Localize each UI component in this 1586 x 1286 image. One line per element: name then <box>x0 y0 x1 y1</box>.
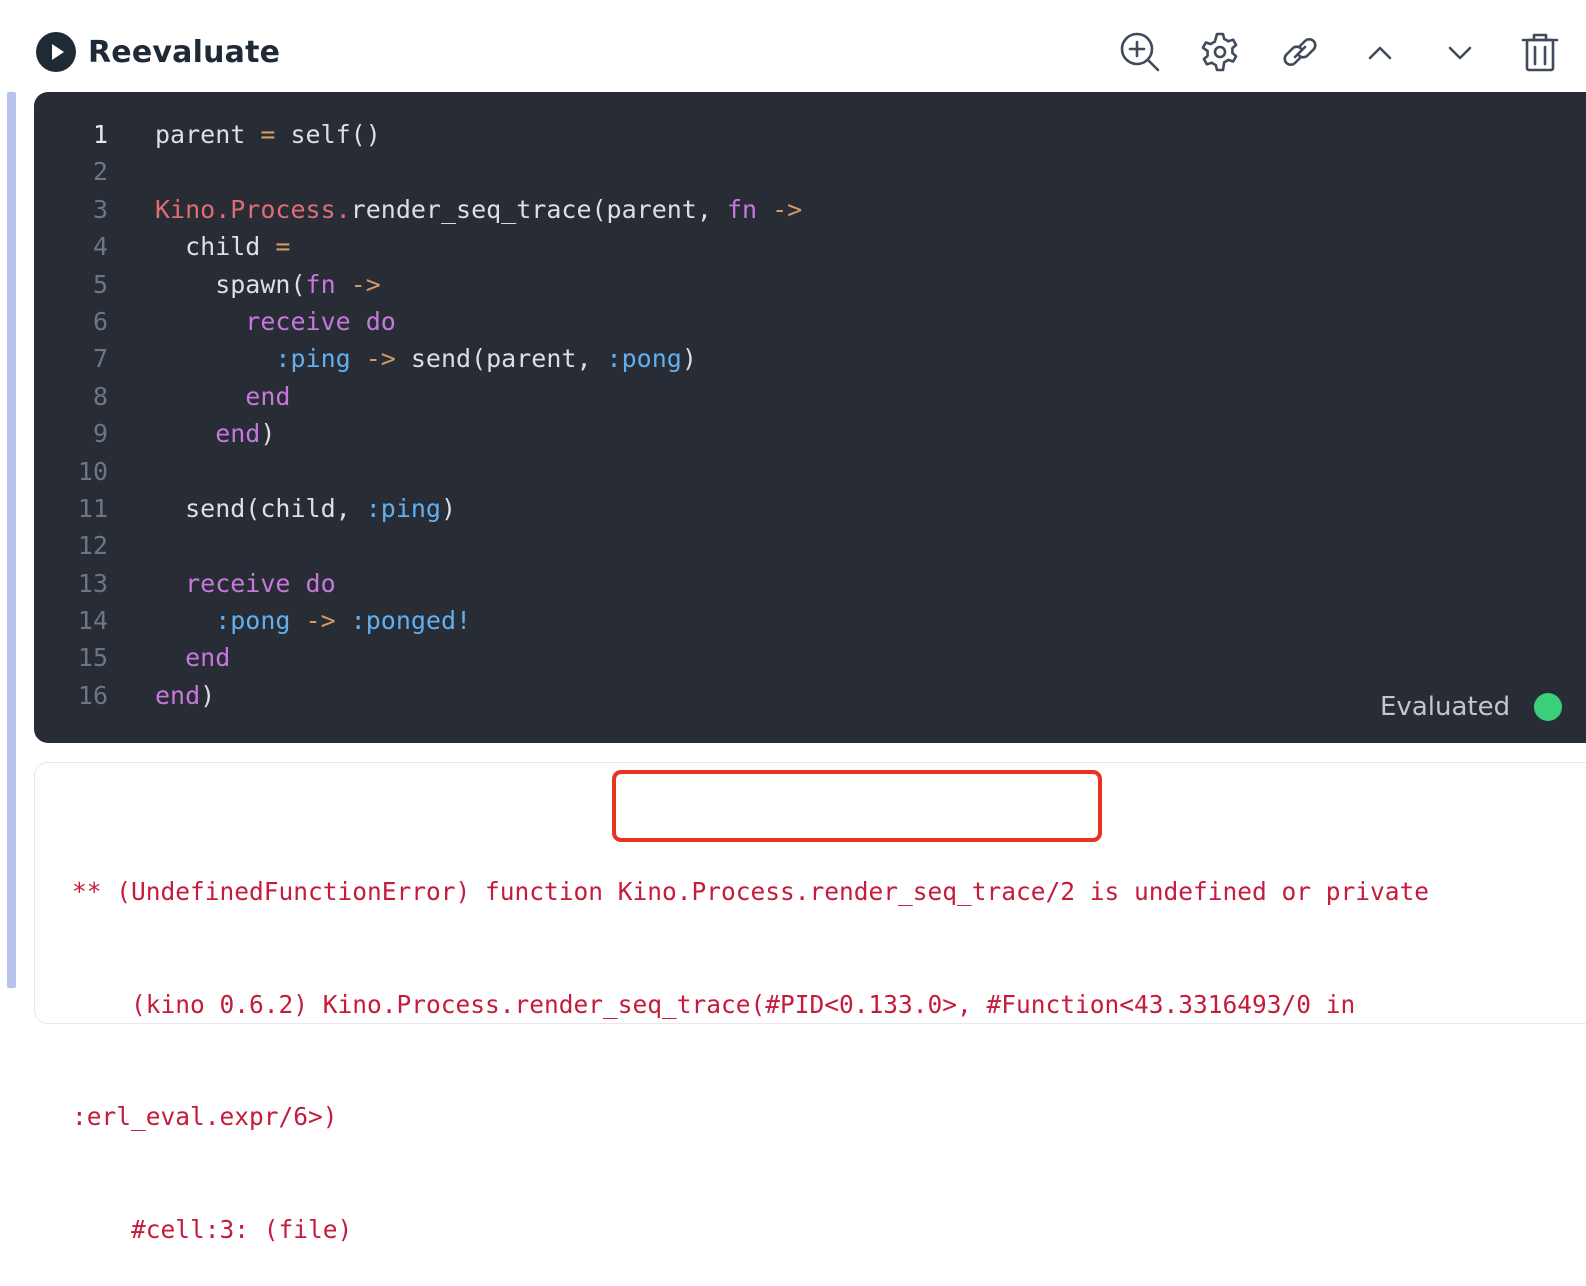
chevron-down-icon[interactable] <box>1436 28 1484 76</box>
code-token: self() <box>275 120 381 149</box>
code-token: -> <box>335 269 381 299</box>
code-token: ) <box>440 493 457 523</box>
line-number: 14 <box>77 606 108 636</box>
code-line: end) <box>155 415 802 452</box>
code-line: send(child, :ping) <box>155 490 802 527</box>
code-token: fn <box>726 194 758 224</box>
line-number: 16 <box>77 680 108 710</box>
code-token: :pong <box>155 606 291 636</box>
code-line: spawn(fn -> <box>155 266 802 303</box>
code-token: receive do <box>155 568 336 598</box>
code-line: parent = self() <box>155 116 802 153</box>
code-token: receive do <box>155 306 396 336</box>
line-number: 2 <box>92 157 108 187</box>
code-token: = <box>260 120 276 149</box>
code-token: = <box>275 232 291 262</box>
code-line: child = <box>155 228 802 265</box>
line-number: 7 <box>92 344 108 374</box>
error-line: ** (UndefinedFunctionError) function Kin… <box>72 877 1430 906</box>
error-line: (kino 0.6.2) Kino.Process.render_seq_tra… <box>72 989 1356 1019</box>
line-number: 4 <box>92 232 108 262</box>
cell-header: Reevaluate <box>0 0 1586 92</box>
code-token: ) <box>681 344 697 374</box>
error-output: ** (UndefinedFunctionError) function Kin… <box>72 798 1429 1286</box>
line-number: 5 <box>92 269 108 299</box>
link-icon[interactable] <box>1276 28 1324 76</box>
code-line: :ping -> send(parent, :pong) <box>155 340 802 377</box>
cell-toolbar <box>0 28 1586 76</box>
line-number: 8 <box>92 381 108 411</box>
line-number: 12 <box>77 531 108 561</box>
code-token: spawn( <box>155 269 306 299</box>
code-token: :ping <box>365 493 441 523</box>
gear-icon[interactable] <box>1196 28 1244 76</box>
status-dot-icon <box>1534 693 1563 721</box>
line-number-gutter: 1 2 3 4 5 6 7 8 9 10 11 12 13 14 15 16 <box>34 116 108 714</box>
code-token: end <box>155 381 291 411</box>
code-token: -> <box>350 344 396 374</box>
code-token: ) <box>260 419 276 449</box>
code-token: ) <box>200 680 216 710</box>
code-token: :pong <box>606 344 682 374</box>
status-label: Evaluated <box>1380 692 1511 722</box>
code-token: end <box>155 643 231 673</box>
code-token: end <box>155 680 201 710</box>
code-line: end <box>155 639 802 676</box>
line-number: 10 <box>77 456 108 486</box>
code-token: parent <box>155 120 261 149</box>
code-line: receive do <box>155 303 802 340</box>
trash-icon[interactable] <box>1516 28 1564 76</box>
line-number: 3 <box>92 194 108 224</box>
code-line: end <box>155 378 802 415</box>
line-number: 6 <box>92 306 108 336</box>
line-number: 13 <box>77 568 108 598</box>
cell-focus-indicator <box>7 92 16 988</box>
code-token: Kino.Process. <box>155 194 351 224</box>
code-token: fn <box>305 269 336 299</box>
code-token: send(child, <box>155 493 366 523</box>
line-number: 11 <box>77 493 108 523</box>
error-line: :erl_eval.expr/6>) <box>72 1102 338 1131</box>
chevron-up-icon[interactable] <box>1356 28 1404 76</box>
code-token: render_seq_trace(parent, <box>350 194 727 224</box>
zoom-in-icon[interactable] <box>1116 28 1164 76</box>
code-line: Kino.Process.render_seq_trace(parent, fn… <box>155 191 802 228</box>
highlight-annotation <box>612 770 1102 842</box>
code-line: :pong -> :ponged! <box>155 602 802 639</box>
code-token: -> <box>290 606 336 636</box>
line-number: 1 <box>92 120 108 149</box>
line-number: 15 <box>77 643 108 673</box>
code-token: child <box>155 232 276 262</box>
code-token: -> <box>757 194 803 224</box>
code-token: :ping <box>155 344 351 374</box>
line-number: 9 <box>92 419 108 449</box>
error-line: #cell:3: (file) <box>72 1214 353 1244</box>
code-token: :ponged! <box>335 606 472 636</box>
code-token: end <box>155 419 261 449</box>
code-line: end) <box>155 677 802 714</box>
code-token: send(parent, <box>395 344 607 374</box>
evaluation-status: Evaluated <box>1380 690 1563 724</box>
code-line: receive do <box>155 565 802 602</box>
code-content[interactable]: parent = self() Kino.Process.render_seq_… <box>155 116 802 714</box>
